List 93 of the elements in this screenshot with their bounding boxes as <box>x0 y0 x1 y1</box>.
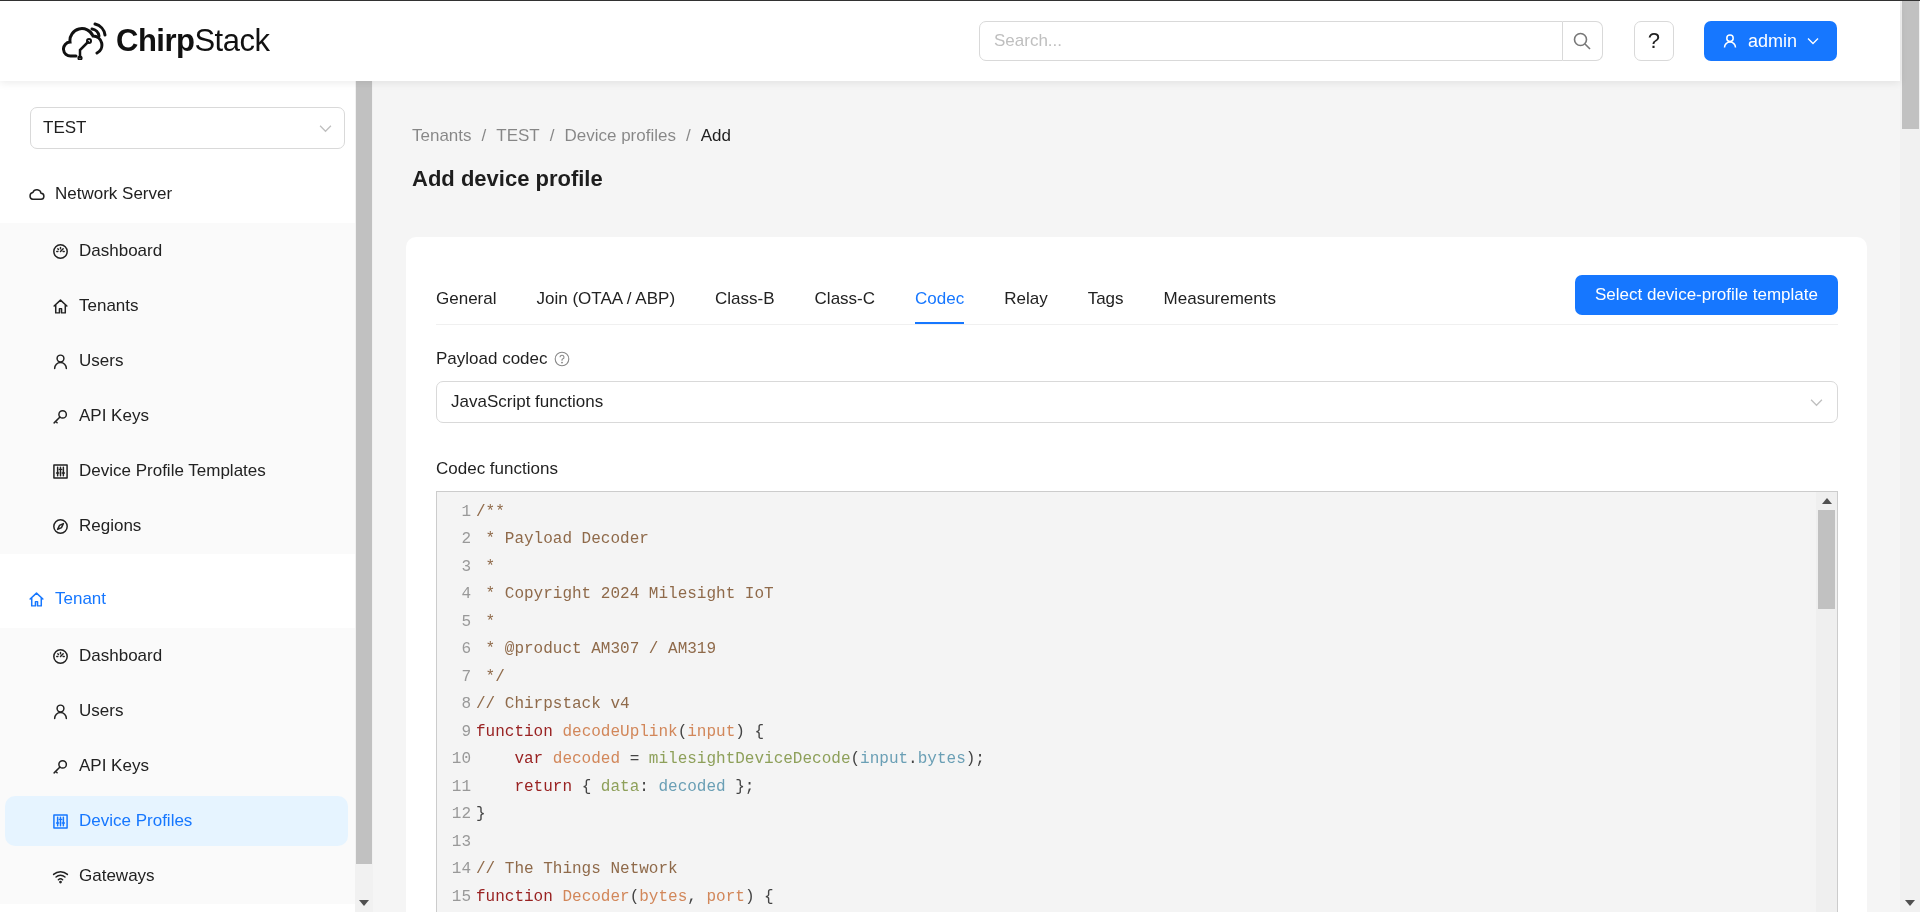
line-number: 11 <box>450 777 472 796</box>
logo-text: ChirpStack <box>116 23 270 59</box>
scrollbar[interactable] <box>1900 1 1920 912</box>
code-line: * @product AM307 / AM319 <box>484 640 717 659</box>
key-icon <box>52 757 69 775</box>
payload-codec-select[interactable]: JavaScript functions <box>436 381 1838 423</box>
search-icon <box>1572 31 1593 51</box>
sidebar-item[interactable]: Device Profiles <box>5 796 348 846</box>
dashboard-icon <box>52 242 69 260</box>
breadcrumb-separator: / <box>549 126 555 146</box>
sliders-icon <box>52 812 69 830</box>
menu-section[interactable]: Tenant <box>0 574 355 624</box>
line-number: 12 <box>450 805 472 824</box>
line-number: 14 <box>450 860 472 879</box>
sidebar-item[interactable]: Tenants <box>5 281 348 331</box>
tab[interactable]: Measurements <box>1163 276 1276 324</box>
sidebar-item[interactable]: Users <box>5 686 348 736</box>
tab[interactable]: Class-C <box>814 276 876 324</box>
search-button[interactable] <box>1562 21 1603 61</box>
line-number: 9 <box>460 722 472 741</box>
line-number: 3 <box>460 557 472 576</box>
page-title: Add device profile <box>412 165 604 193</box>
sidebar-item[interactable]: Device Profile Templates <box>5 446 348 496</box>
sidebar-item[interactable]: API Keys <box>5 391 348 441</box>
line-number: 5 <box>460 612 472 631</box>
tab[interactable]: Join (OTAA / ABP) <box>536 276 676 324</box>
line-number: 1 <box>460 502 472 521</box>
menu-section[interactable]: Network Server <box>0 169 355 219</box>
code-line: } <box>476 805 486 824</box>
scroll-up-icon <box>1821 498 1832 504</box>
help-icon <box>553 350 570 367</box>
code-line: // Chirpstack v4 <box>476 695 630 714</box>
code-line: /** <box>476 502 505 521</box>
breadcrumb-separator: / <box>481 126 487 146</box>
scrollbar[interactable] <box>1816 492 1837 912</box>
sidebar-item[interactable]: Users <box>5 336 348 386</box>
tab[interactable]: Codec <box>915 276 965 324</box>
tab[interactable]: General <box>436 276 497 324</box>
user-icon <box>52 352 69 370</box>
code-line: function Decoder(bytes, port) { <box>476 887 774 906</box>
line-number: 10 <box>450 750 472 769</box>
logo-icon <box>62 22 108 60</box>
dashboard-icon <box>52 647 69 665</box>
scrollbar-thumb[interactable] <box>1901 1 1919 129</box>
tab[interactable]: Class-B <box>715 276 775 324</box>
chevron-icon <box>319 123 332 133</box>
scrollbar-thumb[interactable] <box>1818 510 1835 609</box>
code-line: * Payload Decoder <box>484 530 649 549</box>
code-editor[interactable] <box>436 491 1838 912</box>
scrollbar[interactable] <box>355 81 373 912</box>
sidebar-item[interactable]: Dashboard <box>5 226 348 276</box>
scroll-down-icon <box>1905 900 1915 906</box>
select-template-button[interactable]: Select device-profile template <box>1575 275 1838 315</box>
code-line: // The Things Network <box>476 860 678 879</box>
sidebar-item[interactable]: Regions <box>5 501 348 551</box>
line-number: 15 <box>450 887 472 906</box>
breadcrumb-item: Add <box>700 126 731 146</box>
help-button[interactable]: ? <box>1633 21 1674 61</box>
code-line: var decoded = milesightDeviceDecode(input.bytes); <box>513 750 985 769</box>
search-field[interactable]: Search... <box>978 21 1563 61</box>
sidebar-item[interactable]: API Keys <box>5 741 348 791</box>
line-number: 8 <box>460 695 472 714</box>
code-line: * <box>484 612 496 631</box>
code-line: function decodeUplink(input) { <box>476 722 765 741</box>
caret-icon <box>1807 37 1819 45</box>
line-number: 2 <box>460 530 472 549</box>
line-number: 13 <box>450 832 472 851</box>
home-icon <box>52 297 69 315</box>
code-line: */ <box>484 667 505 686</box>
tab[interactable]: Relay <box>1004 276 1048 324</box>
sidebar-item[interactable]: Gateways <box>5 851 348 901</box>
field-label: Codec functions <box>436 458 558 479</box>
user-icon <box>52 702 69 720</box>
user-icon <box>1721 33 1738 49</box>
line-number: 7 <box>460 667 472 686</box>
code-line: * <box>484 557 496 576</box>
chevron-icon <box>1810 397 1823 407</box>
sliders-icon <box>52 462 69 480</box>
code-line: return { data: decoded }; <box>513 777 755 796</box>
breadcrumb-separator: / <box>685 126 691 146</box>
sidebar-item[interactable]: Dashboard <box>5 631 348 681</box>
line-number: 6 <box>460 640 472 659</box>
scroll-down-icon <box>359 900 369 906</box>
code-line: * Copyright 2024 Milesight IoT <box>484 585 774 604</box>
field-label: Payload codec <box>436 348 548 369</box>
tab[interactable]: Tags <box>1087 276 1124 324</box>
scrollbar-thumb[interactable] <box>356 81 372 864</box>
user-menu-button[interactable]: admin <box>1703 21 1837 61</box>
compass-icon <box>52 517 69 535</box>
key-icon <box>52 407 69 425</box>
tenant-select[interactable]: TEST <box>30 107 345 149</box>
home-icon <box>28 590 45 608</box>
line-number: 4 <box>460 585 472 604</box>
